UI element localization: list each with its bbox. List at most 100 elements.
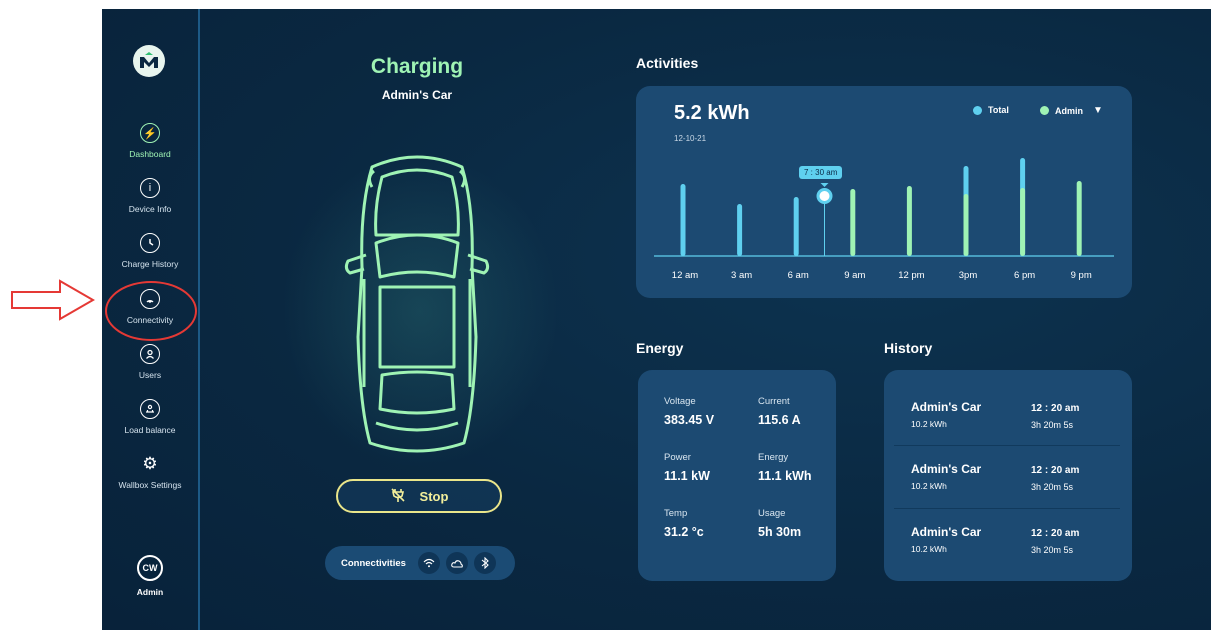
x-tick-label: 3pm bbox=[959, 270, 978, 281]
bar-admin bbox=[850, 189, 856, 256]
sidebar-item-label: Wallbox Settings bbox=[118, 480, 182, 490]
connectivities-bar: Connectivities bbox=[325, 546, 515, 580]
sidebar-item-charge-history[interactable]: Charge History bbox=[102, 233, 198, 269]
metric-value: 115.6 A bbox=[758, 413, 801, 427]
highlight-point bbox=[816, 188, 833, 204]
sidebar-item-label: Charge History bbox=[121, 259, 179, 269]
user-icon bbox=[140, 344, 160, 364]
metric-value: 5h 30m bbox=[758, 525, 802, 539]
sidebar-item-label: Load balance bbox=[124, 425, 176, 435]
sidebar-item-label: Device Info bbox=[128, 204, 172, 214]
history-time: 12 : 20 am bbox=[1031, 528, 1080, 539]
metric-current: Current 115.6 A bbox=[758, 396, 838, 427]
brand-logo[interactable] bbox=[133, 45, 165, 77]
history-duration: 3h 20m 5s bbox=[1031, 420, 1074, 430]
wifi-icon[interactable] bbox=[417, 552, 440, 574]
metric-value: 31.2 °c bbox=[664, 525, 704, 539]
signal-icon bbox=[140, 289, 160, 309]
history-car-name: Admin's Car bbox=[911, 400, 982, 414]
sidebar-item-label: Connectivity bbox=[126, 315, 174, 325]
x-tick-label: 6 pm bbox=[1014, 270, 1035, 281]
metric-value: 383.45 V bbox=[664, 413, 715, 427]
avatar[interactable]: CW bbox=[137, 555, 163, 581]
bar-total bbox=[793, 197, 799, 256]
history-car-name: Admin's Car bbox=[911, 462, 982, 476]
history-kwh: 10.2 kWh bbox=[911, 419, 947, 429]
metric-power: Power 11.1 kW bbox=[664, 452, 758, 483]
annotation-arrow bbox=[11, 279, 96, 321]
x-tick-label: 9 am bbox=[844, 270, 865, 281]
clock-icon bbox=[140, 233, 160, 253]
activities-title: Activities bbox=[636, 55, 699, 71]
sidebar-item-device-info[interactable]: i Device Info bbox=[102, 178, 198, 214]
metric-label: Usage bbox=[758, 508, 786, 519]
history-time: 12 : 20 am bbox=[1031, 403, 1080, 414]
sidebar-item-dashboard[interactable]: ⚡ Dashboard bbox=[102, 123, 198, 159]
bar-total bbox=[737, 204, 743, 256]
history-card: Admin's Car 10.2 kWh 12 : 20 am 3h 20m 5… bbox=[884, 370, 1132, 581]
chart-tooltip: 7 : 30 am bbox=[799, 166, 843, 179]
metric-label: Energy bbox=[758, 452, 789, 463]
stop-button[interactable]: Stop bbox=[336, 479, 502, 513]
metric-value: 11.1 kWh bbox=[758, 469, 812, 483]
bar-admin bbox=[906, 186, 912, 256]
car-illustration bbox=[344, 155, 490, 453]
history-row[interactable]: Admin's Car 10.2 kWh 12 : 20 am 3h 20m 5… bbox=[894, 458, 1120, 518]
bar-admin bbox=[963, 194, 969, 256]
divider bbox=[894, 445, 1120, 446]
bolt-icon: ⚡ bbox=[140, 123, 160, 143]
charging-status: Charging bbox=[370, 55, 464, 78]
plug-off-icon bbox=[390, 487, 406, 506]
info-icon: i bbox=[140, 178, 160, 198]
history-row[interactable]: Admin's Car 10.2 kWh 12 : 20 am 3h 20m 5… bbox=[894, 396, 1120, 456]
cloud-icon[interactable] bbox=[445, 552, 468, 574]
load-balance-icon bbox=[140, 399, 160, 419]
activities-chart: 12 am 3 am 6 am 9 am 12 pm 3pm 6 pm 9 pm bbox=[654, 158, 1114, 281]
sidebar-item-connectivity[interactable]: Connectivity bbox=[102, 289, 198, 325]
divider bbox=[894, 508, 1120, 509]
x-tick-label: 3 am bbox=[731, 270, 752, 281]
activities-card: 5.2 kWh 12-10-21 Total Admin ▼ 12 am 3 am… bbox=[636, 86, 1132, 298]
bluetooth-icon[interactable] bbox=[473, 552, 496, 574]
bar-total bbox=[680, 184, 686, 256]
x-tick-label: 12 pm bbox=[898, 270, 924, 281]
metric-voltage: Voltage 383.45 V bbox=[664, 396, 758, 427]
sidebar: ⚡ Dashboard i Device Info Charge History… bbox=[102, 9, 200, 630]
metric-label: Current bbox=[758, 396, 790, 407]
connectivities-label: Connectivities bbox=[341, 557, 406, 569]
metric-label: Voltage bbox=[664, 396, 696, 407]
history-title: History bbox=[884, 340, 933, 356]
history-car-name: Admin's Car bbox=[911, 525, 982, 539]
sidebar-item-load-balance[interactable]: Load balance bbox=[102, 399, 198, 435]
history-kwh: 10.2 kWh bbox=[911, 481, 947, 491]
history-row[interactable]: Admin's Car 10.2 kWh 12 : 20 am 3h 20m 5… bbox=[894, 521, 1120, 581]
gear-icon: ⚙ bbox=[142, 454, 158, 473]
energy-title: Energy bbox=[636, 340, 684, 356]
history-kwh: 10.2 kWh bbox=[911, 544, 947, 554]
metric-value: 11.1 kW bbox=[664, 469, 710, 483]
app-window: ⚡ Dashboard i Device Info Charge History… bbox=[102, 9, 1211, 630]
x-tick-label: 6 am bbox=[788, 270, 809, 281]
energy-card: Voltage 383.45 V Current 115.6 A Power 1… bbox=[638, 370, 836, 581]
bar-admin bbox=[1076, 181, 1082, 256]
sidebar-item-wallbox-settings[interactable]: ⚙ Wallbox Settings bbox=[102, 454, 198, 490]
bar-admin bbox=[1020, 188, 1026, 256]
car-name: Admin's Car bbox=[381, 88, 453, 102]
metric-energy: Energy 11.1 kWh bbox=[758, 452, 838, 483]
stop-button-label: Stop bbox=[419, 488, 449, 504]
metric-usage: Usage 5h 30m bbox=[758, 508, 838, 539]
energy-metrics: Voltage 383.45 V Current 115.6 A Power 1… bbox=[664, 396, 838, 539]
sidebar-item-label: Users bbox=[138, 370, 162, 380]
history-duration: 3h 20m 5s bbox=[1031, 545, 1074, 555]
metric-temp: Temp 31.2 °c bbox=[664, 508, 758, 539]
sidebar-item-label: Dashboard bbox=[129, 149, 171, 159]
metric-label: Temp bbox=[664, 508, 688, 519]
x-tick-label: 9 pm bbox=[1071, 270, 1092, 281]
history-duration: 3h 20m 5s bbox=[1031, 482, 1074, 492]
sidebar-item-users[interactable]: Users bbox=[102, 344, 198, 380]
user-label: Admin bbox=[136, 587, 164, 597]
x-tick-label: 12 am bbox=[672, 270, 698, 281]
metric-label: Power bbox=[664, 452, 691, 463]
history-time: 12 : 20 am bbox=[1031, 465, 1080, 476]
tooltip-pointer bbox=[820, 183, 829, 187]
